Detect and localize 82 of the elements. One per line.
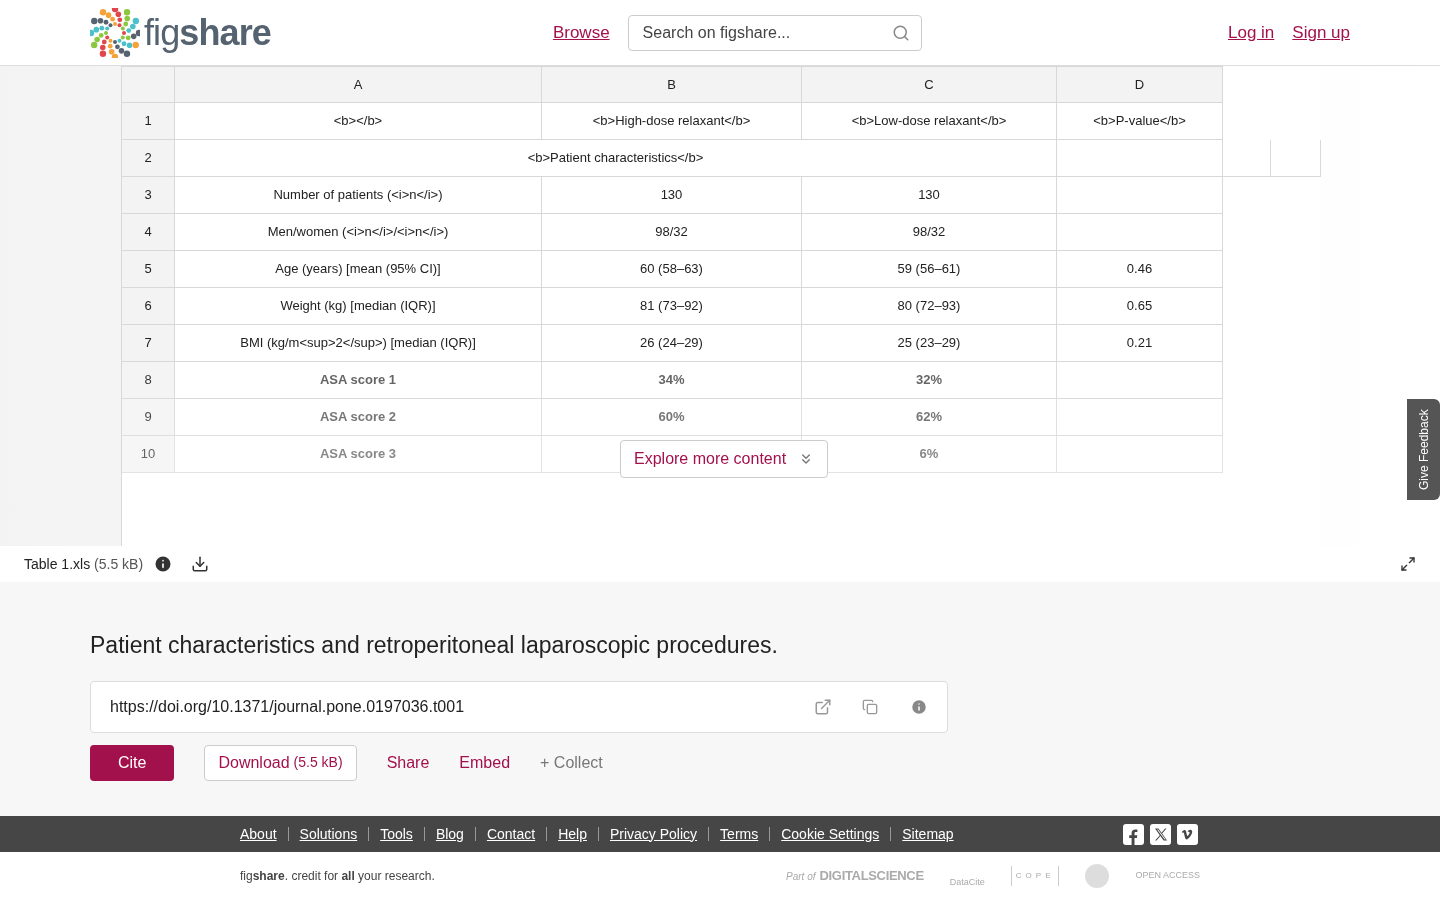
- row-number: 1: [122, 103, 175, 140]
- partner-label: Part of: [786, 870, 816, 885]
- column-header: B: [542, 66, 802, 103]
- row-number: 7: [122, 325, 175, 362]
- row-number: 8: [122, 362, 175, 399]
- footer-link[interactable]: Cookie Settings: [781, 823, 880, 845]
- info-icon[interactable]: [153, 554, 174, 574]
- row-number: 6: [122, 288, 175, 325]
- copy-icon[interactable]: [862, 698, 878, 715]
- explore-more-button[interactable]: Explore more content: [620, 440, 829, 478]
- row-number: 10: [122, 436, 175, 473]
- vimeo-icon[interactable]: [1177, 823, 1198, 845]
- footer-tagline: figshare. credit for all your research.: [240, 868, 435, 885]
- table-cell: 60%: [542, 399, 802, 436]
- table-cell: 62%: [802, 399, 1057, 436]
- table-cell: 59 (56–61): [802, 251, 1057, 288]
- table-cell: <b>High-dose relaxant</b>: [542, 103, 802, 140]
- item-title: Patient characteristics and retroperitoneal laparoscopic procedures.: [90, 631, 779, 660]
- action-button[interactable]: Download (5.5 kB): [204, 744, 357, 781]
- footer-link[interactable]: Contact: [486, 823, 536, 845]
- table-cell: ASA score 3: [175, 436, 542, 473]
- row-number: 3: [122, 177, 175, 214]
- search-field[interactable]: Search on figshare...: [627, 14, 922, 51]
- table-cell: 26 (24–29): [542, 325, 802, 362]
- row-number: 4: [122, 214, 175, 251]
- table-cell: 25 (23–29): [802, 325, 1057, 362]
- table-cell: 98/32: [802, 214, 1057, 251]
- table-cell: 130: [802, 177, 1057, 214]
- table-cell: 0.46: [1057, 251, 1223, 288]
- action-button[interactable]: Cite: [90, 744, 175, 781]
- logo-wordmark[interactable]: figshare: [144, 5, 271, 60]
- table-cell: 80 (72–93): [802, 288, 1057, 325]
- footer-link[interactable]: Blog: [435, 823, 464, 845]
- column-header: D: [1057, 66, 1223, 103]
- table-cell: <b>Low-dose relaxant</b>: [802, 103, 1057, 140]
- table-cell: BMI (kg/m<sup>2</sup>) [median (IQR)]: [175, 325, 542, 362]
- footer-link[interactable]: Terms: [720, 823, 759, 845]
- table-cell: Number of patients (<i>n</i>): [175, 177, 542, 214]
- table-cell: 0.21: [1057, 325, 1223, 362]
- table-cell: Men/women (<i>n</i>/<i>n</i>): [175, 214, 542, 251]
- table-cell: 130: [542, 177, 802, 214]
- table-cell: 60 (58–63): [542, 251, 802, 288]
- table-cell: [1223, 140, 1271, 177]
- file-name: Table 1.xls (5.5 kB): [24, 554, 144, 574]
- logo-icon: [90, 7, 140, 58]
- table-cell: ASA score 2: [175, 399, 542, 436]
- row-number: 9: [122, 399, 175, 436]
- column-header: A: [175, 66, 542, 103]
- row-number: 2: [122, 140, 175, 177]
- nav-link[interactable]: Browse: [552, 19, 610, 46]
- action-button[interactable]: Embed: [459, 750, 511, 775]
- auth-link[interactable]: Sign up: [1292, 19, 1350, 46]
- footer-link[interactable]: Tools: [380, 823, 413, 845]
- x-icon[interactable]: [1150, 823, 1171, 845]
- table-cell: <b>Patient characteristics</b>: [175, 140, 1057, 177]
- table-cell: 81 (73–92): [542, 288, 802, 325]
- fullscreen-icon[interactable]: [1400, 556, 1416, 572]
- footer-link[interactable]: Help: [558, 823, 587, 845]
- table-cell: 32%: [802, 362, 1057, 399]
- table-cell: 0.65: [1057, 288, 1223, 325]
- facebook-icon[interactable]: [1123, 823, 1144, 845]
- table-cell: ASA score 1: [175, 362, 542, 399]
- footer-link[interactable]: Sitemap: [902, 823, 954, 845]
- download-icon[interactable]: [191, 555, 210, 573]
- table-cell: <b>P-value</b>: [1057, 103, 1223, 140]
- action-button[interactable]: Share: [386, 750, 430, 775]
- table-cell: Age (years) [mean (95% CI)]: [175, 251, 542, 288]
- table-cell: 98/32: [542, 214, 802, 251]
- footer-link[interactable]: Privacy Policy: [609, 823, 698, 845]
- table-cell: 34%: [542, 362, 802, 399]
- action-button[interactable]: + Collect: [540, 750, 603, 775]
- footer-link[interactable]: About: [240, 823, 277, 845]
- search-icon[interactable]: [891, 23, 910, 42]
- feedback-tab[interactable]: Give Feedback: [1407, 399, 1440, 500]
- doi-link[interactable]: https://doi.org/10.1371/journal.pone.0197036.t001: [110, 694, 814, 719]
- table-cell: <b></b>: [175, 103, 542, 140]
- row-number: 5: [122, 251, 175, 288]
- footer-link[interactable]: Solutions: [299, 823, 358, 845]
- auth-link[interactable]: Log in: [1228, 19, 1275, 46]
- column-header: C: [802, 66, 1057, 103]
- external-link-icon[interactable]: [814, 697, 832, 716]
- table-cell: Weight (kg) [median (IQR)]: [175, 288, 542, 325]
